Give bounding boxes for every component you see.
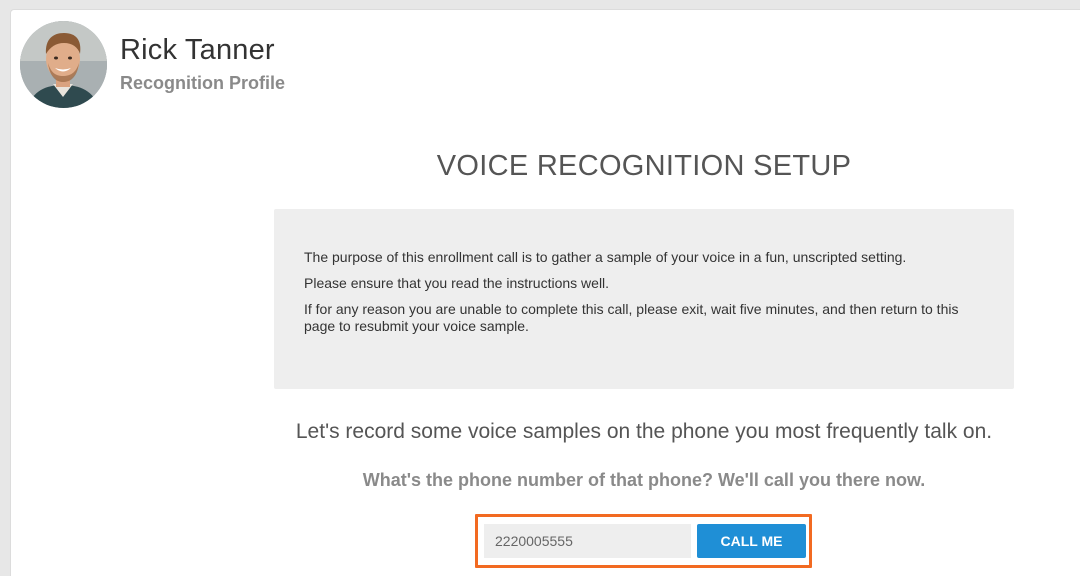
user-photo-icon — [20, 21, 107, 108]
instructions-box: The purpose of this enrollment call is t… — [274, 209, 1014, 389]
call-me-button[interactable]: CALL ME — [697, 524, 806, 558]
avatar — [20, 21, 107, 108]
record-prompt: Let's record some voice samples on the p… — [295, 420, 993, 443]
page-title: VOICE RECOGNITION SETUP — [436, 150, 852, 182]
profile-card: Rick Tanner Recognition Profile VOICE RE… — [10, 9, 1080, 576]
instruction-text: Please ensure that you read the instruct… — [304, 275, 610, 291]
call-form: CALL ME — [475, 514, 812, 568]
phone-question: What's the phone number of that phone? W… — [362, 470, 926, 490]
user-name: Rick Tanner — [120, 34, 275, 66]
profile-subtitle: Recognition Profile — [120, 73, 286, 93]
instruction-text: If for any reason you are unable to comp… — [304, 301, 959, 334]
phone-number-input[interactable] — [484, 524, 691, 558]
instruction-text: The purpose of this enrollment call is t… — [304, 249, 907, 265]
